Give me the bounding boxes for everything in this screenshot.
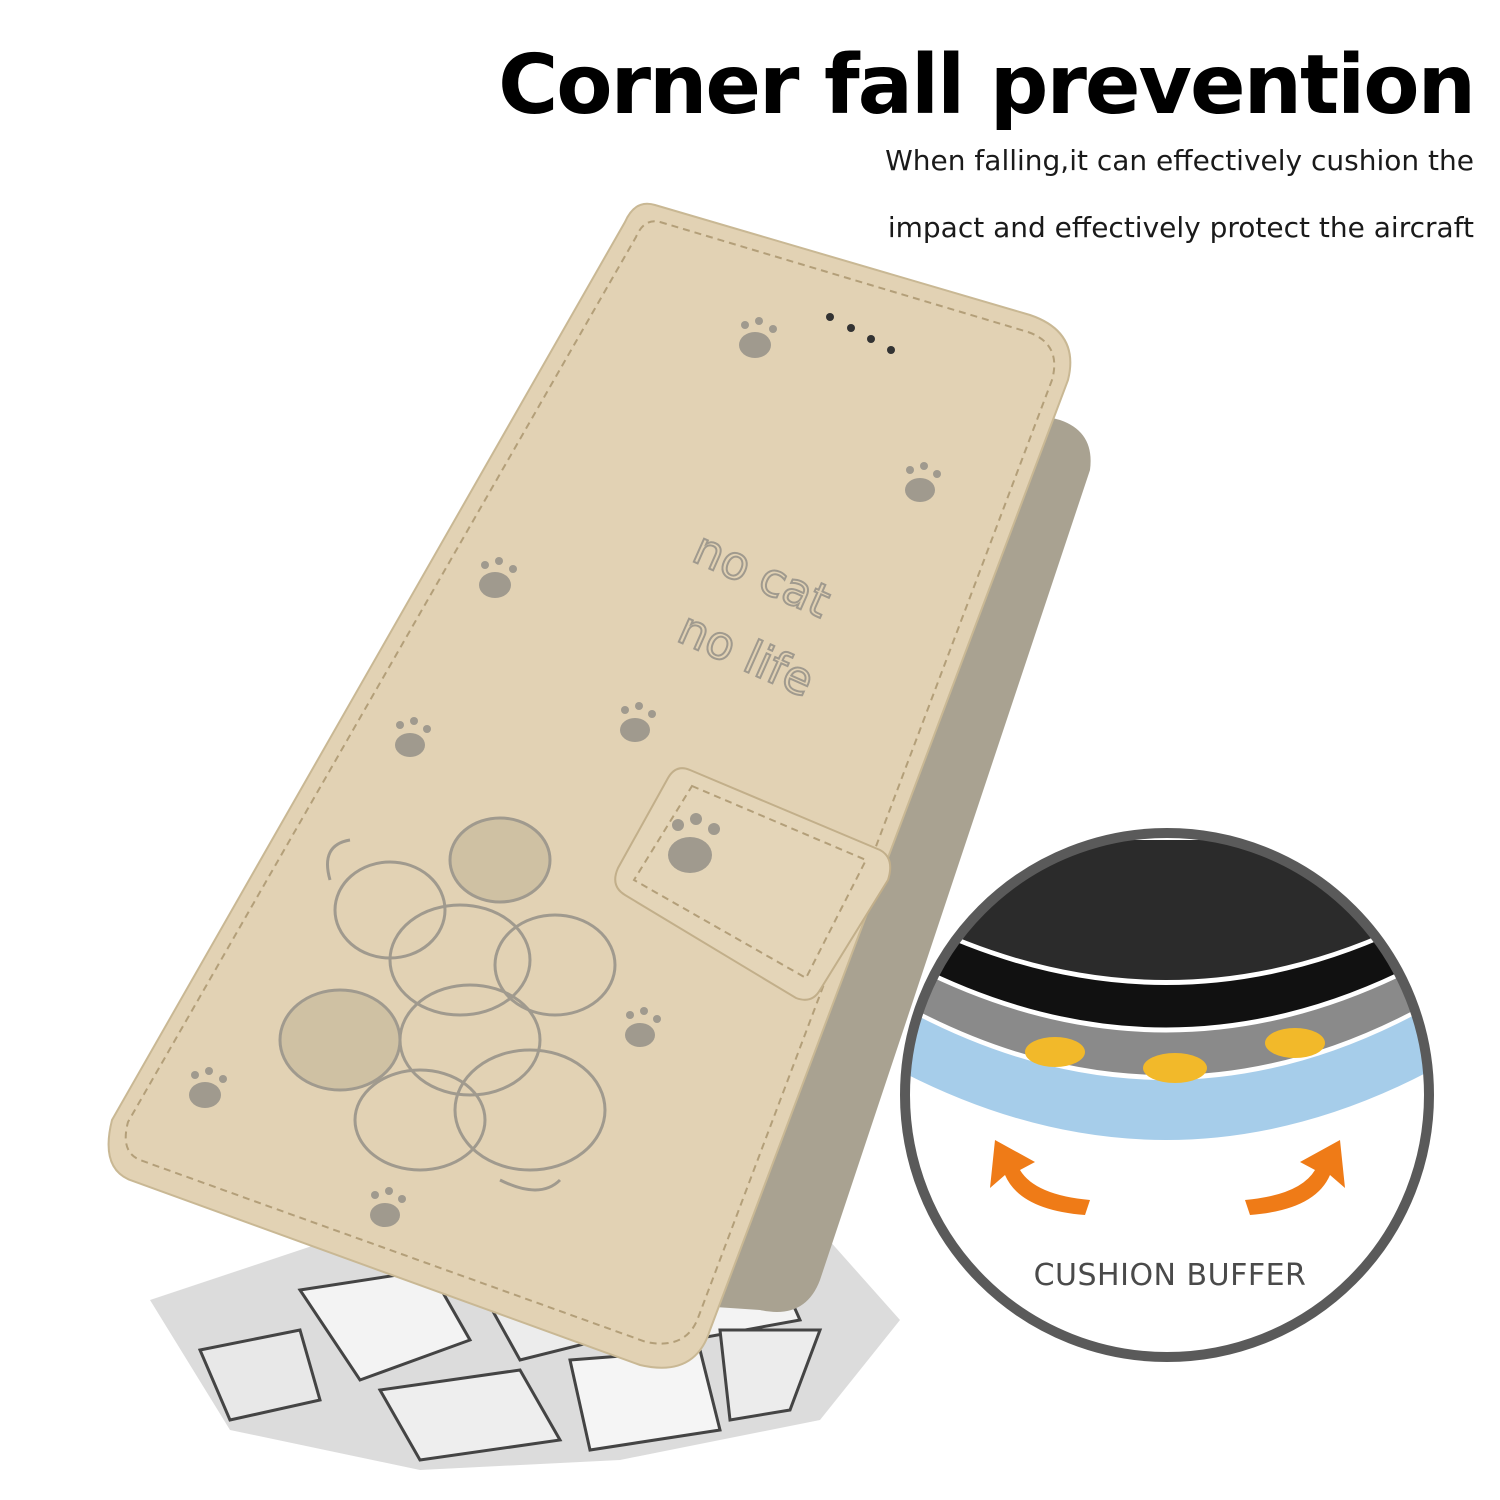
headline: Corner fall prevention	[498, 38, 1476, 133]
description-line-2: impact and effectively protect the aircr…	[887, 211, 1474, 244]
cushion-buffer-label: CUSHION BUFFER	[1033, 1258, 1307, 1293]
description-line-1: When falling,it can effectively cushion …	[885, 144, 1474, 177]
